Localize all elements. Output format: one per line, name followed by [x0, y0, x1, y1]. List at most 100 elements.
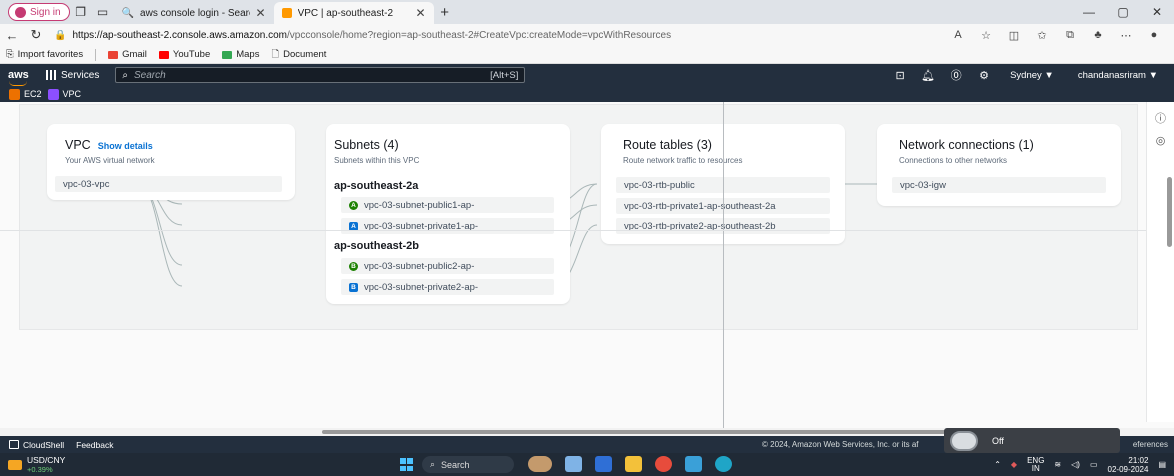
tab-vpc-console[interactable]: VPC | ap-southeast-2 ✕	[273, 2, 434, 24]
vpc-item-label: vpc-03-vpc	[63, 178, 110, 190]
notifications-bell-icon[interactable]: 🔔︎	[914, 69, 942, 82]
currency-icon	[8, 459, 22, 470]
split-screen-icon[interactable]: ◫	[1000, 29, 1028, 42]
cloudshell-icon[interactable]: ⊡	[886, 69, 914, 82]
favorite-label: Import favorites	[17, 49, 84, 60]
favorite-import[interactable]: ⎘ Import favorites	[6, 49, 83, 60]
account-menu[interactable]: chandanasriram ▼	[1066, 70, 1170, 81]
toggle-label: Off	[992, 435, 1004, 446]
collections-icon[interactable]: ⧉	[1056, 29, 1084, 42]
vertical-scrollbar[interactable]	[1167, 177, 1172, 247]
minimize-icon[interactable]: —	[1072, 5, 1106, 19]
close-tab-icon[interactable]: ✕	[416, 6, 426, 20]
url-field[interactable]: 🔒 https://ap-southeast-2.console.aws.ama…	[54, 30, 794, 41]
clock-time: 21:02	[1128, 455, 1149, 465]
battery-icon[interactable]: ▭	[1090, 460, 1098, 469]
favorite-gmail[interactable]: Gmail	[108, 49, 147, 60]
pinned-apps	[528, 456, 732, 472]
more-icon[interactable]: ⋯	[1112, 29, 1140, 42]
private-subnet-icon: B	[349, 282, 358, 292]
feedback-link[interactable]: Feedback	[76, 440, 113, 450]
vpc-card-subtitle: Your AWS virtual network	[65, 156, 155, 165]
import-icon: ⎘	[6, 49, 14, 60]
overlay-toggle[interactable]: Off	[944, 428, 1120, 453]
console-search-input[interactable]: ⌕ Search [Alt+S]	[115, 67, 526, 83]
subnet-item[interactable]: B vpc-03-subnet-public2-ap-	[341, 258, 554, 274]
close-tab-icon[interactable]: ✕	[256, 6, 266, 20]
url-host: https://ap-southeast-2.console.aws.amazo…	[72, 29, 288, 41]
favorite-maps[interactable]: Maps	[222, 49, 259, 60]
feedback-icon[interactable]: ◎	[1147, 134, 1174, 147]
subnet-item[interactable]: A vpc-03-subnet-private1-ap-	[341, 218, 554, 234]
shortcut-vpc[interactable]: VPC	[47, 88, 82, 100]
subnet-label: vpc-03-subnet-public2-ap-	[364, 260, 475, 272]
language-indicator[interactable]: ENG IN	[1027, 456, 1044, 473]
toggle-knob[interactable]	[950, 430, 978, 451]
favorite-document[interactable]: 🗋 Document	[271, 47, 326, 63]
chrome-icon[interactable]	[655, 456, 672, 472]
sign-in-label: Sign in	[30, 6, 61, 18]
network-connections-card: Network connections (1) Connections to o…	[877, 124, 1121, 206]
aws-top-nav: aws Services ⌕ Search [Alt+S] ⊡ 🔔︎ ⓪ ⚙︎ …	[0, 64, 1174, 86]
favorite-youtube[interactable]: YouTube	[158, 49, 210, 60]
restore-icon[interactable]: ▢	[1106, 5, 1140, 19]
help-icon[interactable]: ⓪	[942, 67, 970, 83]
refresh-icon[interactable]: ↻	[24, 27, 48, 43]
windows-start-icon[interactable]	[400, 458, 413, 471]
profile-avatar-icon	[15, 6, 26, 18]
favorite-star-icon[interactable]: ☆	[972, 29, 1000, 42]
search-icon: 🔍	[121, 7, 135, 19]
sign-in-button[interactable]: Sign in	[8, 3, 70, 21]
copilot-icon[interactable]: ●	[1140, 29, 1168, 42]
file-explorer-icon[interactable]	[625, 456, 642, 472]
subnet-label: vpc-03-subnet-private2-ap-	[364, 281, 479, 293]
new-tab-icon[interactable]: +	[434, 4, 456, 21]
address-bar-row: ← ↻ 🔒 https://ap-southeast-2.console.aws…	[0, 24, 1174, 46]
tray-chevron-icon[interactable]: ⌃	[994, 460, 1001, 469]
volume-icon[interactable]: ◁)	[1071, 460, 1080, 469]
vscode-icon[interactable]	[595, 456, 612, 472]
notification-icon[interactable]: ▤	[1158, 460, 1166, 469]
network-connection-item[interactable]: vpc-03-igw	[892, 177, 1106, 193]
vpc-item[interactable]: vpc-03-vpc	[55, 176, 282, 192]
read-aloud-icon[interactable]: A	[944, 29, 972, 42]
info-icon[interactable]: ⓘ	[1147, 110, 1174, 126]
favorites-icon[interactable]: ✩	[1028, 29, 1056, 42]
search-placeholder: Search	[133, 69, 166, 81]
clock[interactable]: 21:02 02-09-2024	[1108, 456, 1149, 474]
shortcut-label: VPC	[62, 89, 82, 99]
region-selector[interactable]: Sydney ▼	[998, 70, 1066, 81]
scrollbar-thumb[interactable]	[322, 430, 962, 434]
tab-title: aws console login - Search	[140, 7, 250, 19]
tab-bing-search[interactable]: 🔍 aws console login - Search ✕	[114, 2, 274, 24]
shortcut-ec2[interactable]: EC2	[9, 88, 42, 100]
tab-title: VPC | ap-southeast-2	[297, 7, 394, 19]
search-shortcut-hint: [Alt+S]	[490, 69, 519, 81]
subnet-item[interactable]: A vpc-03-subnet-public1-ap-	[341, 197, 554, 213]
photos-icon[interactable]	[685, 456, 702, 472]
workspaces-icon[interactable]: ❐	[70, 1, 92, 23]
settings-gear-icon[interactable]: ⚙︎	[970, 69, 998, 82]
cloudshell-button[interactable]: CloudShell	[9, 440, 64, 450]
show-details-link[interactable]: Show details	[98, 141, 153, 151]
tab-actions-icon[interactable]: ▭	[92, 1, 114, 23]
task-view-icon[interactable]	[565, 456, 582, 472]
screen-guide-line	[723, 102, 724, 428]
wifi-icon[interactable]: ≋	[1054, 460, 1061, 469]
close-window-icon[interactable]: ✕	[1140, 5, 1174, 19]
window-controls: — ▢ ✕	[1072, 0, 1174, 24]
taskbar-search[interactable]: ⌕ Search	[422, 456, 514, 473]
aws-logo[interactable]: aws	[8, 69, 38, 86]
widgets-icon[interactable]	[528, 456, 552, 472]
services-menu[interactable]: Services	[46, 70, 99, 81]
tray-app-icon[interactable]: ◆	[1011, 460, 1017, 469]
browser-tab-strip: Sign in ❐ ▭ 🔍 aws console login - Search…	[0, 0, 1174, 24]
subnet-item[interactable]: B vpc-03-subnet-private2-ap-	[341, 279, 554, 295]
route-table-label: vpc-03-rtb-public	[624, 179, 695, 191]
back-icon[interactable]: ←	[0, 28, 24, 43]
preferences-link[interactable]: eferences	[1133, 440, 1168, 449]
extensions-icon[interactable]: ♣	[1084, 29, 1112, 42]
gmail-icon	[108, 50, 119, 59]
currency-widget[interactable]: USD/CNY +0.39%	[8, 455, 65, 474]
edge-icon[interactable]	[715, 456, 732, 472]
